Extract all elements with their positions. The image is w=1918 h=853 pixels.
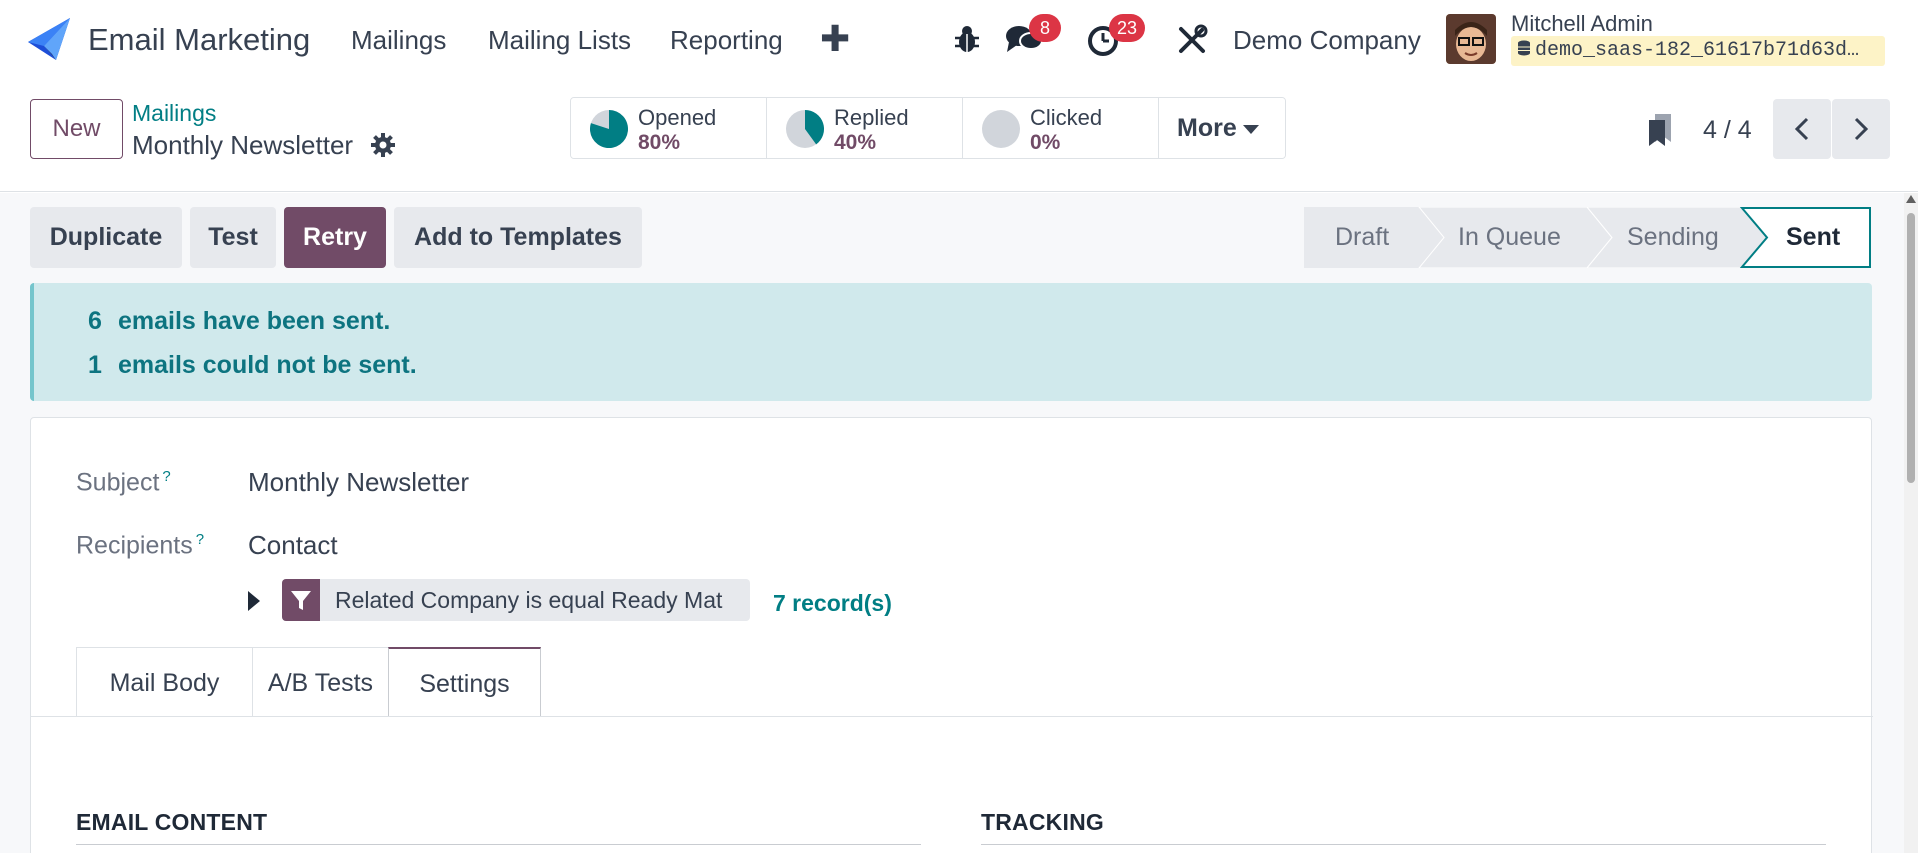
bookmark-icon[interactable]	[1647, 112, 1673, 148]
alert-sent-line: 6 emails have been sent.	[88, 307, 390, 336]
section-divider	[981, 844, 1826, 845]
add-to-templates-button[interactable]: Add to Templates	[394, 207, 642, 268]
subject-label: Subject?	[76, 468, 171, 497]
database-icon	[1518, 40, 1530, 56]
activities-badge: 23	[1109, 14, 1146, 42]
stat-label: Clicked	[1030, 105, 1103, 130]
user-name[interactable]: Mitchell Admin	[1511, 11, 1653, 37]
menu-mailings[interactable]: Mailings	[351, 25, 446, 56]
section-divider	[76, 844, 921, 845]
help-tooltip-icon[interactable]: ?	[162, 468, 170, 485]
bug-icon[interactable]	[953, 24, 981, 54]
breadcrumb-mailings[interactable]: Mailings	[132, 100, 216, 127]
status-bar: Draft In Queue Sending Sent	[1304, 207, 1871, 268]
stat-value: 40%	[834, 131, 877, 154]
section-email-content: EMAIL CONTENT	[76, 809, 268, 835]
more-label: More	[1177, 114, 1237, 142]
stat-replied-button[interactable]: Replied 40%	[767, 98, 963, 158]
duplicate-button[interactable]: Duplicate	[30, 207, 182, 268]
caret-down-icon	[1242, 124, 1259, 134]
send-status-alert: 6 emails have been sent. 1 emails could no…	[30, 283, 1872, 401]
plus-icon[interactable]: ✚	[820, 18, 850, 60]
menu-reporting[interactable]: Reporting	[670, 25, 783, 56]
failed-text: emails could not be sent.	[118, 351, 417, 379]
pager-value[interactable]: 4 / 4	[1703, 116, 1752, 145]
help-tooltip-icon[interactable]: ?	[196, 531, 204, 548]
status-step-draft[interactable]: Draft	[1335, 207, 1389, 268]
pager-next-button[interactable]	[1832, 99, 1890, 159]
status-step-sending[interactable]: Sending	[1627, 207, 1719, 268]
more-dropdown-button[interactable]: More	[1159, 98, 1285, 158]
caret-right-icon[interactable]	[248, 591, 260, 611]
subject-label-text: Subject	[76, 468, 160, 497]
section-tracking: TRACKING	[981, 809, 1104, 835]
recipients-label: Recipients?	[76, 531, 204, 560]
tab-mail-body[interactable]: Mail Body	[76, 647, 253, 717]
form-view: Duplicate Test Retry Add to Templates Dr…	[0, 193, 1904, 853]
stat-label: Opened	[638, 105, 717, 130]
retry-button[interactable]: Retry	[284, 207, 386, 268]
test-button[interactable]: Test	[190, 207, 276, 268]
alert-failed-line: 1 emails could not be sent.	[88, 351, 417, 380]
stat-label: Replied	[834, 105, 909, 130]
pie-chart-icon	[786, 110, 824, 148]
pie-chart-icon	[590, 110, 628, 148]
filter-icon-box	[282, 579, 320, 621]
avatar[interactable]	[1446, 14, 1496, 64]
status-step-sent[interactable]: Sent	[1786, 207, 1840, 268]
messages-badge: 8	[1029, 14, 1061, 42]
control-panel: New Mailings Monthly Newsletter Opened 8…	[0, 80, 1918, 192]
domain-filter-chip[interactable]: Related Company is equal Ready Mat	[282, 579, 750, 621]
record-title: Monthly Newsletter	[132, 130, 354, 160]
pager-previous-button[interactable]	[1773, 99, 1831, 159]
chevron-right-icon	[1854, 117, 1869, 141]
tabs-divider	[31, 716, 1873, 717]
database-name: demo_saas-182_61617b71d63d…	[1535, 39, 1860, 62]
pie-chart-icon	[982, 110, 1020, 148]
company-switcher[interactable]: Demo Company	[1233, 25, 1421, 56]
gear-icon[interactable]	[370, 132, 396, 158]
stat-clicked-button[interactable]: Clicked 0%	[963, 98, 1159, 158]
sent-text: emails have been sent.	[118, 307, 391, 335]
status-step-in-queue[interactable]: In Queue	[1458, 207, 1561, 268]
subject-field[interactable]: Monthly Newsletter	[248, 467, 469, 498]
menu-mailing-lists[interactable]: Mailing Lists	[488, 25, 631, 56]
form-sheet: Subject? Monthly Newsletter Recipients? …	[30, 417, 1873, 853]
stat-opened-button[interactable]: Opened 80%	[571, 98, 767, 158]
tools-icon[interactable]	[1176, 24, 1208, 56]
app-name[interactable]: Email Marketing	[88, 22, 310, 58]
app-logo-icon[interactable]	[26, 16, 72, 62]
domain-filter-text: Related Company is equal Ready Mat	[335, 587, 723, 613]
records-count-link[interactable]: 7 record(s)	[773, 590, 892, 617]
stat-buttons: Opened 80% Replied 40% Clicked 0% More	[570, 97, 1286, 159]
recipients-label-text: Recipients	[76, 531, 193, 560]
scroll-up-arrow[interactable]	[1906, 195, 1916, 203]
sent-count: 6	[88, 307, 102, 335]
stat-value: 0%	[1030, 131, 1061, 154]
vertical-scrollbar[interactable]	[1904, 193, 1918, 853]
filter-icon	[291, 591, 311, 610]
stat-value: 80%	[638, 131, 681, 154]
chevron-left-icon	[1794, 117, 1809, 141]
failed-count: 1	[88, 351, 102, 379]
new-button[interactable]: New	[30, 99, 123, 159]
recipients-field[interactable]: Contact	[248, 530, 338, 561]
tab-ab-tests[interactable]: A/B Tests	[252, 647, 389, 717]
top-navbar: Email Marketing Mailings Mailing Lists R…	[0, 0, 1918, 80]
database-tag: demo_saas-182_61617b71d63d…	[1511, 36, 1885, 66]
tab-settings[interactable]: Settings	[388, 647, 541, 717]
scroll-thumb[interactable]	[1907, 213, 1915, 483]
